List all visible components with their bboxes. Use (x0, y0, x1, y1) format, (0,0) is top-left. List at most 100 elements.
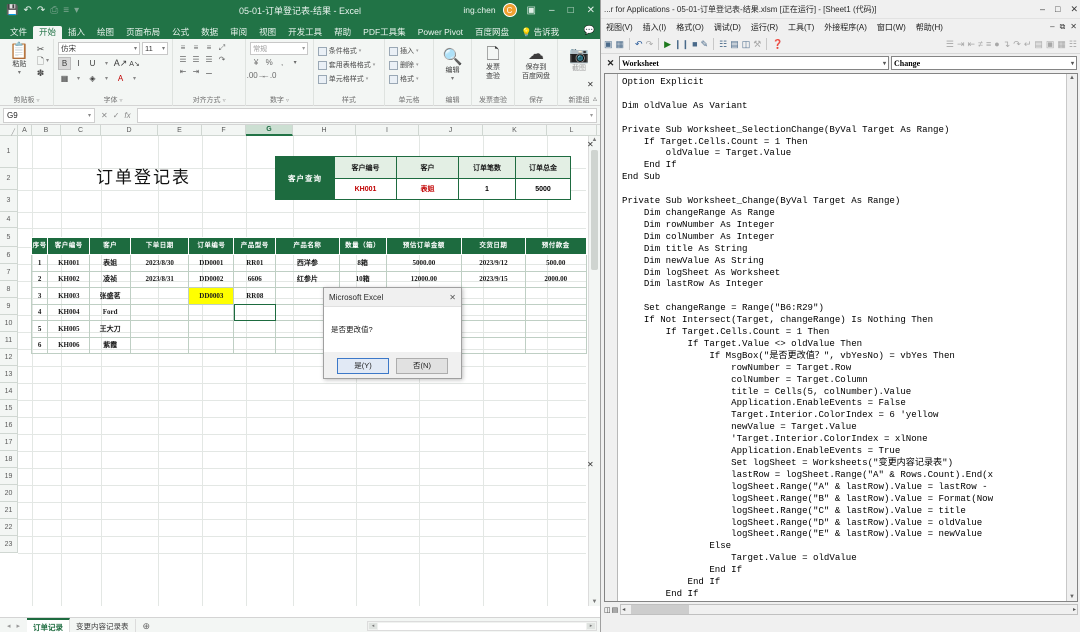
find-select-button[interactable]: 🔍 编辑 ▾ (438, 48, 467, 82)
menu-window[interactable]: 窗口(W) (872, 22, 911, 33)
cells-canvas[interactable]: 订单登记表 客户查询 客户编号 客户 订单笔数 订单总金 KH001 表姐 1 … (18, 136, 588, 606)
vba-document-buttons[interactable]: – ⧉ ✕ (1050, 22, 1077, 32)
tab-data[interactable]: 数据 (195, 26, 224, 40)
restore-button[interactable]: □ (1055, 4, 1060, 15)
cell-order-date[interactable] (130, 320, 190, 338)
row-header-20[interactable]: 20 (0, 485, 17, 502)
italic-button[interactable]: I (72, 57, 85, 70)
procedure-view-icon[interactable]: ◫ (604, 606, 611, 614)
cell-seq[interactable]: 1 (30, 254, 49, 272)
row-header-6[interactable]: 6 (0, 247, 17, 264)
sheet-nav-buttons[interactable]: ◂ ▸ (0, 622, 27, 630)
cell-customer-id[interactable]: KH006 (47, 336, 91, 354)
cell-product-model[interactable]: RR08 (233, 287, 277, 305)
formula-input[interactable]: ▾ (136, 107, 597, 123)
print-preview-icon[interactable]: ⎙ (50, 5, 58, 16)
row-header-15[interactable]: 15 (0, 400, 17, 417)
cell-product-model[interactable] (233, 336, 277, 354)
tab-pdf-tools[interactable]: PDF工具集 (357, 26, 412, 40)
row-header-21[interactable]: 21 (0, 502, 17, 519)
restore-button[interactable]: □ (565, 5, 577, 16)
underline-dropdown-icon[interactable]: ▾ (100, 57, 113, 70)
tab-insert[interactable]: 插入 (62, 26, 91, 40)
pause-icon[interactable]: ❙❙ (674, 39, 689, 50)
row-header-16[interactable]: 16 (0, 417, 17, 434)
run-icon[interactable]: ▶ (664, 39, 671, 50)
quick-access-toolbar[interactable]: 💾 ↶ ↷ ⎙ ≡ ▾ (0, 5, 79, 16)
column-header-E[interactable]: E (158, 125, 202, 136)
h-scroll-thumb[interactable] (631, 605, 690, 614)
tab-file[interactable]: 文件 (4, 26, 33, 40)
align-center-button[interactable]: ☰ (190, 54, 202, 65)
increase-decimal-button[interactable]: .00→ (247, 70, 266, 81)
immediate-window-icon[interactable]: ▦ (1057, 39, 1066, 50)
format-as-table-button[interactable]: 套用表格格式 ▾ (317, 59, 375, 71)
percent-button[interactable]: % (263, 57, 275, 68)
menu-view[interactable]: 视图(V) (601, 22, 638, 33)
locals-window-icon[interactable]: ▤ (1034, 39, 1043, 50)
menu-insert[interactable]: 插入(I) (638, 22, 672, 33)
row-header-7[interactable]: 7 (0, 264, 17, 281)
cell-customer-id[interactable]: KH001 (47, 254, 91, 272)
properties-window-icon[interactable]: ▤ (730, 39, 739, 50)
row-header-14[interactable]: 14 (0, 383, 17, 400)
column-header-B[interactable]: B (32, 125, 61, 136)
menu-addins[interactable]: 外接程序(A) (819, 22, 872, 33)
borders-button[interactable]: ▦ (58, 72, 71, 85)
font-name-input[interactable]: 仿宋 ▾ (58, 42, 140, 55)
order-table[interactable]: 序号 客户编号 客户 下单日期 订单编号 产品型号 产品名称 数量（箱） 预估订… (30, 237, 588, 354)
cell-customer[interactable]: 紫霞 (89, 336, 132, 354)
cell-prepaid-amount[interactable] (524, 287, 588, 305)
cell-customer-id[interactable]: KH002 (47, 270, 91, 288)
cell-order-date[interactable]: 2023/8/30 (130, 254, 190, 272)
sheet-tab-order-records[interactable]: 订单记录 (27, 617, 71, 632)
cell-delivery-date[interactable] (461, 303, 526, 321)
row-header-2[interactable]: 2 (0, 168, 17, 190)
redo-icon[interactable]: ↷ (37, 5, 45, 16)
cell-seq[interactable]: 5 (30, 320, 49, 338)
orientation-button[interactable]: ⤢ (216, 42, 228, 53)
cell-order-no[interactable] (188, 336, 235, 354)
undo-icon[interactable]: ↶ (635, 39, 643, 50)
code-horizontal-scrollbar[interactable]: ◫ ▤ ◂ ▸ (604, 603, 1078, 616)
doc-restore-button[interactable]: ⧉ (1060, 22, 1066, 32)
step-into-icon[interactable]: ↴ (1003, 39, 1011, 50)
row-header-12[interactable]: 12 (0, 349, 17, 366)
format-painter-button[interactable]: ✽ (37, 68, 49, 79)
row-header-10[interactable]: 10 (0, 315, 17, 332)
cut-button[interactable]: ✂ (37, 44, 49, 55)
cell-customer[interactable]: Ford (89, 303, 132, 321)
insert-function-icon[interactable]: fx (124, 111, 130, 120)
close-x-icon[interactable]: ✕ (587, 80, 594, 89)
formula-bar-buttons[interactable]: ✕ ✓ fx (95, 111, 137, 120)
vba-menu-bar[interactable]: 视图(V) 插入(I) 格式(O) 调试(D) 运行(R) 工具(T) 外接程序… (601, 19, 1080, 35)
cell-product-model[interactable]: RR01 (233, 254, 277, 272)
menu-help[interactable]: 帮助(H) (911, 22, 948, 33)
close-x-icon[interactable]: ✕ (587, 460, 594, 469)
add-sheet-icon[interactable]: ⊕ (136, 621, 158, 632)
column-header-F[interactable]: F (202, 125, 246, 136)
cell-order-no[interactable]: DD0002 (188, 270, 235, 288)
sheet-tab-change-log[interactable]: 变更内容记录表 (70, 618, 136, 632)
step-out-icon[interactable]: ↵ (1024, 39, 1032, 50)
cell-customer-id[interactable]: KH005 (47, 320, 91, 338)
step-over-icon[interactable]: ↷ (1013, 39, 1021, 50)
align-right-button[interactable]: ☰ (203, 54, 215, 65)
watch-window-icon[interactable]: ▣ (1046, 39, 1055, 50)
close-icon[interactable]: ✕ (449, 293, 461, 302)
cell-product-name[interactable]: 西洋参 (275, 254, 340, 272)
cell-prepaid-amount[interactable] (524, 336, 588, 354)
shrink-font-button[interactable]: A↘ (128, 57, 141, 70)
cell-product-name[interactable]: 红参片 (275, 270, 340, 288)
help-icon[interactable]: ❓ (772, 39, 783, 50)
avatar[interactable]: C (502, 3, 517, 17)
name-box[interactable]: G9 ▾ (3, 107, 95, 123)
toggle-breakpoint-icon[interactable]: ● (994, 39, 999, 49)
fill-color-button[interactable]: ◈ (86, 72, 99, 85)
select-all-corner[interactable]: ╱ (0, 125, 18, 136)
cell-delivery-date[interactable] (461, 287, 526, 305)
row-header-4[interactable]: 4 (0, 212, 17, 228)
cell-styles-button[interactable]: 单元格样式 ▾ (317, 73, 368, 85)
h-scroll-track[interactable]: ◂ ▸ (620, 604, 1078, 615)
prev-sheet-icon[interactable]: ▸ (17, 622, 21, 630)
